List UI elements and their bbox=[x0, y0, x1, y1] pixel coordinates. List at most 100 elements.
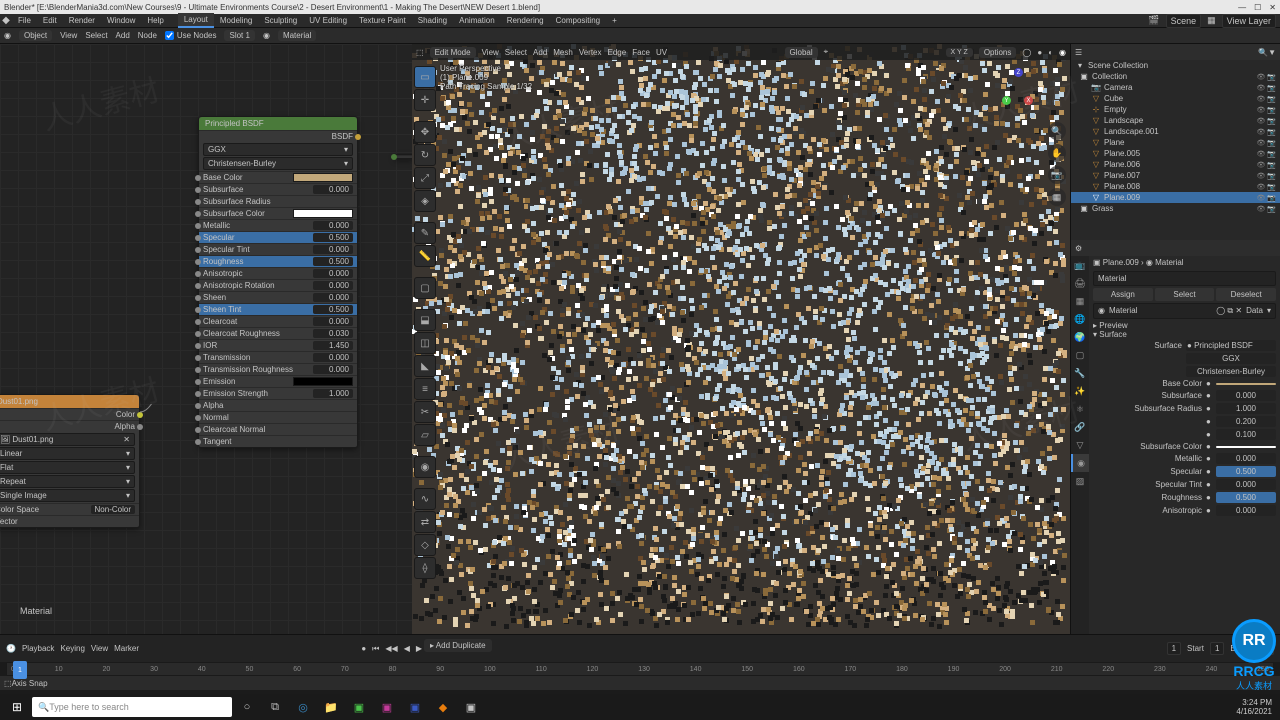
shading-solid-icon[interactable]: ● bbox=[1037, 48, 1042, 57]
menu-help[interactable]: Help bbox=[141, 14, 169, 27]
tab-constraints[interactable]: 🔗 bbox=[1071, 418, 1089, 436]
tool-knife[interactable]: ✂ bbox=[414, 401, 436, 423]
vh-mesh[interactable]: Mesh bbox=[553, 48, 573, 57]
preview-header[interactable]: ▸ Preview bbox=[1093, 321, 1276, 330]
mode-select[interactable]: Edit Mode bbox=[430, 47, 476, 58]
start-button[interactable]: ⊞ bbox=[4, 694, 30, 720]
persp-icon[interactable]: ▦ bbox=[1048, 188, 1066, 206]
prop-row[interactable]: Specular Tint●0.000 bbox=[1093, 478, 1276, 491]
props-icon[interactable]: ⚙ bbox=[1075, 244, 1082, 253]
ws-layout[interactable]: Layout bbox=[178, 13, 214, 28]
tl-playrev-icon[interactable]: ◀ bbox=[404, 644, 410, 653]
shading-matprev-icon[interactable]: ◐ bbox=[1048, 48, 1053, 57]
node-image-texture[interactable]: Dust01.png Color Alpha 🖼 Dust01.png✕ Lin… bbox=[0, 394, 140, 528]
tb-app2-icon[interactable]: ▣ bbox=[374, 696, 400, 718]
tb-blender-icon[interactable]: ◆ bbox=[430, 696, 456, 718]
tab-material[interactable]: ◉ bbox=[1071, 454, 1089, 472]
tool-scale[interactable]: ⤢ bbox=[414, 167, 436, 189]
nh-add[interactable]: Add bbox=[116, 31, 130, 40]
bsdf-clearcoat-normal[interactable]: Clearcoat Normal bbox=[199, 423, 357, 435]
tex-image[interactable]: 🖼 Dust01.png✕ bbox=[0, 433, 135, 446]
minimize-icon[interactable]: — bbox=[1238, 3, 1246, 12]
ol-item[interactable]: ▽Plane.008👁 📷 bbox=[1071, 181, 1280, 192]
tab-viewlayer[interactable]: ▦ bbox=[1071, 292, 1089, 310]
bsdf-subsurface[interactable]: Subsurface0.000 bbox=[199, 183, 357, 195]
outliner[interactable]: ▾ Scene Collection▣Collection👁 📷📷Camera👁… bbox=[1071, 60, 1280, 240]
ol-item[interactable]: ▽Plane.007👁 📷 bbox=[1071, 170, 1280, 181]
orientation[interactable]: Global bbox=[785, 47, 818, 58]
close-icon[interactable]: ✕ bbox=[1269, 3, 1276, 12]
viewport[interactable]: ⬚ Edit Mode View Select Add Mesh Vertex … bbox=[412, 44, 1070, 634]
editor-icon[interactable]: ⬚ bbox=[416, 48, 424, 57]
menu-edit[interactable]: Edit bbox=[37, 14, 63, 27]
operator-popup[interactable]: ▸ Add Duplicate bbox=[424, 639, 492, 652]
tb-clock[interactable]: 3:24 PM 4/16/2021 bbox=[1236, 698, 1276, 716]
outliner-icon[interactable]: ☰ bbox=[1075, 48, 1082, 57]
tab-scene[interactable]: 🌐 bbox=[1071, 310, 1089, 328]
node-principled-bsdf[interactable]: Principled BSDF BSDF GGX▾ Christensen-Bu… bbox=[198, 116, 358, 448]
ws-modeling[interactable]: Modeling bbox=[214, 14, 258, 27]
tab-texture[interactable]: ▨ bbox=[1071, 472, 1089, 490]
bsdf-dist[interactable]: GGX▾ bbox=[203, 143, 353, 156]
bsdf-anisotropic-rotation[interactable]: Anisotropic Rotation0.000 bbox=[199, 279, 357, 291]
options-dropdown[interactable]: Options bbox=[979, 47, 1017, 58]
search-icon[interactable]: 🔍 bbox=[1258, 48, 1268, 57]
material-name[interactable]: Material bbox=[278, 30, 316, 41]
filter-icon[interactable]: ▼ bbox=[1268, 48, 1276, 57]
ol-item[interactable]: ▽Plane.009👁 📷 bbox=[1071, 192, 1280, 203]
zoom-icon[interactable]: 🔍 bbox=[1048, 122, 1066, 140]
prop-row[interactable]: Specular●0.500 bbox=[1093, 465, 1276, 478]
tool-move[interactable]: ✥ bbox=[414, 121, 436, 143]
tl-play-icon[interactable]: ▶ bbox=[416, 644, 422, 653]
bsdf-clearcoat[interactable]: Clearcoat0.000 bbox=[199, 315, 357, 327]
bsdf-clearcoat-roughness[interactable]: Clearcoat Roughness0.030 bbox=[199, 327, 357, 339]
shading-wire-icon[interactable]: ◯ bbox=[1022, 48, 1031, 57]
xyz-toggle[interactable]: X Y Z bbox=[946, 48, 973, 57]
ol-item[interactable]: ⊹Empty👁 📷 bbox=[1071, 104, 1280, 115]
tool-select[interactable]: ▭ bbox=[414, 66, 436, 88]
tool-edgeslide[interactable]: ⇄ bbox=[414, 511, 436, 533]
tb-app1-icon[interactable]: ▣ bbox=[346, 696, 372, 718]
tab-render[interactable]: 📺 bbox=[1071, 256, 1089, 274]
timeline-icon[interactable]: 🕐 bbox=[6, 644, 16, 653]
tool-loopcut[interactable]: ≡ bbox=[414, 378, 436, 400]
tl-current[interactable]: 1 bbox=[1167, 642, 1181, 655]
tool-inset[interactable]: ◫ bbox=[414, 332, 436, 354]
tool-spin[interactable]: ◉ bbox=[414, 456, 436, 478]
ws-anim[interactable]: Animation bbox=[453, 14, 501, 27]
bsdf-ior[interactable]: IOR1.450 bbox=[199, 339, 357, 351]
tab-physics[interactable]: ⚛ bbox=[1071, 400, 1089, 418]
ol-item[interactable]: ▽Landscape.001👁 📷 bbox=[1071, 126, 1280, 137]
ws-shading[interactable]: Shading bbox=[412, 14, 453, 27]
tab-output[interactable]: 🖨 bbox=[1071, 274, 1089, 292]
snap-icon[interactable]: ⌖ bbox=[824, 47, 829, 57]
search-input[interactable]: 🔍 Type here to search bbox=[32, 697, 232, 717]
vh-vertex[interactable]: Vertex bbox=[579, 48, 602, 57]
node-material-output[interactable] bbox=[394, 154, 414, 159]
hand-icon[interactable]: ✋ bbox=[1048, 144, 1066, 162]
ol-item[interactable]: ▣Grass👁 📷 bbox=[1071, 203, 1280, 214]
tb-edge-icon[interactable]: ◎ bbox=[290, 696, 316, 718]
nav-gizmo[interactable]: X Y Z bbox=[994, 66, 1042, 114]
tl-jumpstart-icon[interactable]: ⏮ bbox=[372, 644, 379, 654]
menu-window[interactable]: Window bbox=[101, 14, 141, 27]
ws-add[interactable]: + bbox=[606, 14, 623, 27]
nh-view[interactable]: View bbox=[60, 31, 77, 40]
bsdf-subsurface-color[interactable]: Subsurface Color bbox=[199, 207, 357, 219]
camera-icon[interactable]: 📷 bbox=[1048, 166, 1066, 184]
node-title[interactable]: Principled BSDF bbox=[199, 117, 357, 130]
surface-header[interactable]: ▾ Surface bbox=[1093, 330, 1276, 339]
deselect-button[interactable]: Deselect bbox=[1216, 288, 1276, 301]
timeline-scrubber[interactable]: 0102030405060708090100110120130140150160… bbox=[6, 662, 1274, 676]
bsdf-base-color[interactable]: Base Color bbox=[199, 171, 357, 183]
select-button[interactable]: Select bbox=[1155, 288, 1215, 301]
prop-row[interactable]: Subsurface●0.000 bbox=[1093, 389, 1276, 402]
tl-view[interactable]: View bbox=[91, 644, 108, 653]
bsdf-transmission-roughness[interactable]: Transmission Roughness0.000 bbox=[199, 363, 357, 375]
menu-file[interactable]: File bbox=[12, 14, 37, 27]
tool-cursor[interactable]: ✛ bbox=[414, 89, 436, 111]
ol-item[interactable]: ▽Cube👁 📷 bbox=[1071, 93, 1280, 104]
tex-proj[interactable]: Flat▾ bbox=[0, 461, 135, 474]
shading-render-icon[interactable]: ◉ bbox=[1059, 48, 1066, 57]
material-datablock[interactable]: ◉ Material◯ ⧉ ✕Data ▾ bbox=[1093, 303, 1276, 319]
